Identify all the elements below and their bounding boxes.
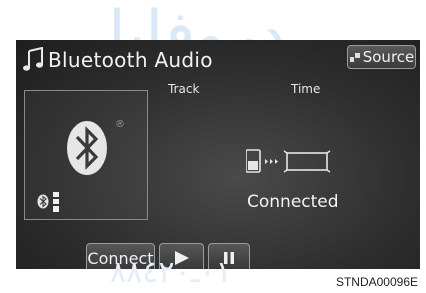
source-button-label: Source (362, 48, 415, 66)
album-art-box: ® (24, 90, 148, 220)
time-label: Time (291, 82, 321, 96)
source-icon (349, 53, 360, 62)
reference-code: STNDA00096E (335, 275, 418, 289)
page-title: Bluetooth Audio (48, 48, 213, 72)
track-label: Track (168, 82, 200, 96)
connection-status: Connected (247, 192, 339, 212)
audio-screen: Bluetooth Audio Source Track Time ® Conn… (16, 40, 420, 269)
header: Bluetooth Audio (22, 46, 213, 74)
signal-strength-icon (53, 192, 59, 212)
music-note-icon (23, 47, 43, 71)
bluetooth-small-icon (37, 194, 49, 209)
phone-to-car-connection-icon (246, 149, 331, 173)
registered-mark-icon: ® (115, 119, 125, 130)
bluetooth-icon (67, 121, 107, 175)
watermark-bottom-graphic: ٠١ـ٨٨٤٢٠ (110, 255, 232, 290)
source-button[interactable]: Source (347, 45, 416, 69)
